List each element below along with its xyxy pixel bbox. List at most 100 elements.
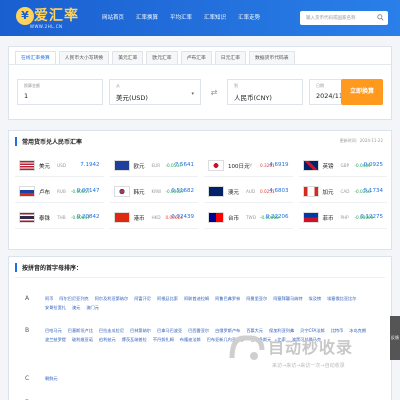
rate-currency-code: KRW	[151, 189, 162, 194]
currency-link[interactable]: 不丹努扎姆	[153, 336, 174, 343]
nav-trend[interactable]: 汇率走势	[232, 0, 266, 36]
currency-link[interactable]: 阿鲁巴弗罗林	[215, 295, 240, 302]
currency-link[interactable]: 埃及镑	[309, 295, 322, 302]
amount-field[interactable]: 换算金额 1	[17, 79, 103, 105]
currency-link[interactable]: 埃塞俄比亚比尔	[327, 295, 356, 302]
tab-rmb-uppercase[interactable]: 人民币大小写转换	[58, 51, 110, 64]
site-header: ¥ 爱汇率 WWW.2HL.CN 网站首页 汇率换算 平均汇率 汇率知识 汇率走…	[0, 0, 400, 36]
currency-link[interactable]: 玻利维亚诺	[72, 336, 93, 343]
currency-link[interactable]: 阿曼里亚尔	[246, 295, 267, 302]
tab-online-convert[interactable]: 在线汇率换算	[15, 51, 56, 64]
currency-link[interactable]: 安哥拉宽扎	[45, 304, 66, 311]
currency-link[interactable]: 巴基斯坦卢比	[68, 327, 93, 334]
rate-currency-name: 美元	[39, 164, 51, 170]
watermark-logo-icon	[229, 335, 265, 360]
rate-item[interactable]: 卢布 RUB -0.00057 0.07147	[15, 183, 104, 203]
alphabet-letter: A	[25, 295, 30, 302]
currency-link[interactable]: 阿塞拜疆马纳特	[273, 295, 302, 302]
currency-link[interactable]: 阿富汗尼	[134, 295, 151, 302]
au-flag-icon	[208, 186, 224, 197]
rate-item[interactable]: 韩元 KRW -0.00027 0.51682	[109, 183, 198, 203]
rate-currency-code: HKD	[151, 215, 161, 220]
convert-button[interactable]: 立即换算	[341, 79, 383, 105]
currency-link[interactable]: 巴拿马巴波亚	[157, 327, 182, 334]
rate-price: 5.1734	[363, 188, 383, 194]
rate-item[interactable]: 澳元 AUD 0.0251 4.6803	[204, 183, 293, 203]
nav-home[interactable]: 网站首页	[96, 0, 130, 36]
rate-currency-name: 台币	[228, 216, 240, 222]
tab-jpy-rate[interactable]: 日元汇率	[214, 51, 246, 64]
rate-item[interactable]: 英镑 GBP -0.0489 0.0925	[298, 157, 387, 177]
rate-currency-code: TWD	[246, 215, 256, 220]
rate-item[interactable]: 菲币 PHP -0.00009 0.12275	[298, 209, 387, 229]
watermark: 自动秒收录 来访→来访→来访一次→自动收录	[228, 332, 388, 380]
converter-fields: 换算金额 1 从 美元(USD) ▾ ⇄ 到 人民币(CNY) 日期 2024/…	[17, 79, 379, 105]
rate-price: 0.0925	[363, 162, 383, 168]
currency-link[interactable]: 阿尔及利亚第纳尔	[95, 295, 129, 302]
rate-currency-code: GBP	[340, 163, 350, 168]
rate-currency-code: THB	[57, 215, 66, 220]
from-label: 从	[116, 83, 120, 88]
rate-price: 0.51682	[171, 188, 194, 194]
swap-icon[interactable]: ⇄	[207, 79, 221, 105]
currency-link[interactable]: 巴西雷亚尔	[188, 327, 209, 334]
currency-link[interactable]: 朝鲜元	[45, 375, 58, 382]
from-currency-select[interactable]: 从 美元(USD) ▾	[109, 79, 201, 105]
rate-currency-code: AUD	[246, 189, 256, 194]
tab-rub-rate[interactable]: 卢布汇率	[180, 51, 212, 64]
currency-link[interactable]: 澳元	[72, 304, 80, 311]
kr-flag-icon	[113, 186, 130, 197]
currency-link[interactable]: 伯利兹元	[99, 336, 116, 343]
currency-link[interactable]: 波兰兹罗提	[45, 336, 66, 343]
to-value: 人民币(CNY)	[234, 94, 272, 102]
alphabet-title: 按拼音的首字母排序：	[15, 263, 82, 272]
search-input[interactable]: 输入货币代码或国家名称	[300, 11, 388, 25]
rate-item[interactable]: 欧元 EUR -0.0537 7.5641	[109, 157, 198, 177]
rate-price: 7.1942	[80, 162, 100, 168]
converter-tabs: 在线汇率换算 人民币大小写转换 美元汇率 欧元汇率 卢布汇率 日元汇率 数据货币…	[9, 47, 391, 65]
side-feedback-handle[interactable]: 反馈	[390, 316, 400, 360]
rate-price: 0.12275	[360, 214, 383, 220]
nav-convert[interactable]: 汇率换算	[130, 0, 164, 36]
rate-item[interactable]: 加元 CAD -0.0156 5.1734	[298, 183, 387, 203]
tab-currency-codes[interactable]: 数据货币代码表	[249, 51, 295, 64]
to-currency-select[interactable]: 到 人民币(CNY)	[227, 79, 303, 105]
currency-link[interactable]: 阿币	[45, 295, 53, 302]
rate-item[interactable]: 美元 USD 7.1942	[15, 157, 104, 177]
search-icon[interactable]	[377, 14, 384, 21]
tab-usd-rate[interactable]: 美元汇率	[112, 51, 144, 64]
rate-price: 0.20842	[76, 214, 100, 220]
rate-currency-name: 加元	[322, 190, 334, 196]
rate-item[interactable]: 泰铢 THB -0.00047 0.20842	[15, 209, 104, 229]
jp-flag-icon	[208, 160, 224, 171]
watermark-subtext: 来访→来访→来访一次→自动收录	[272, 363, 345, 369]
to-label: 到	[234, 83, 238, 88]
currency-link[interactable]: 巴林第纳尔	[130, 327, 151, 334]
nav-knowledge[interactable]: 汇率知识	[198, 0, 232, 36]
nav-average[interactable]: 平均汇率	[164, 0, 198, 36]
currency-link[interactable]: 博茨瓦纳普拉	[122, 336, 147, 343]
rate-price: 4.6803	[269, 188, 289, 194]
divider	[15, 277, 385, 278]
rate-currency-code: EUR	[151, 163, 161, 168]
currency-link[interactable]: 澳门元	[86, 304, 99, 311]
currency-link[interactable]: 阿联酋迪拉姆	[184, 295, 209, 302]
logo-text: 爱汇率	[34, 8, 79, 24]
currency-link[interactable]: 布隆迪法郎	[180, 336, 201, 343]
rate-price: 4.6919	[269, 162, 289, 168]
rate-item[interactable]: 港币 HKD 0.00614 0.92439	[109, 209, 198, 229]
rate-currency-code: RUB	[57, 189, 66, 194]
hk-flag-icon	[113, 212, 130, 223]
currency-link[interactable]: 阿尔巴尼亚列克	[59, 295, 88, 302]
tab-eur-rate[interactable]: 欧元汇率	[146, 51, 178, 64]
currency-link[interactable]: 巴哈马元	[45, 327, 62, 334]
rate-price: 0.07147	[76, 188, 100, 194]
currency-link[interactable]: 巴拉圭瓜拉尼	[99, 327, 124, 334]
currency-link[interactable]: 阿根廷比索	[157, 295, 178, 302]
site-logo[interactable]: ¥ 爱汇率 WWW.2HL.CN	[12, 4, 86, 32]
date-label: 日期	[316, 83, 324, 88]
rate-item[interactable]: 100日元 JPY 0.3281 4.6919	[204, 157, 293, 177]
rate-item[interactable]: 台币 TWD -0.00068 0.22206	[204, 209, 293, 229]
main-nav: 网站首页 汇率换算 平均汇率 汇率知识 汇率走势	[96, 0, 266, 36]
rate-currency-name: 菲币	[322, 216, 334, 222]
